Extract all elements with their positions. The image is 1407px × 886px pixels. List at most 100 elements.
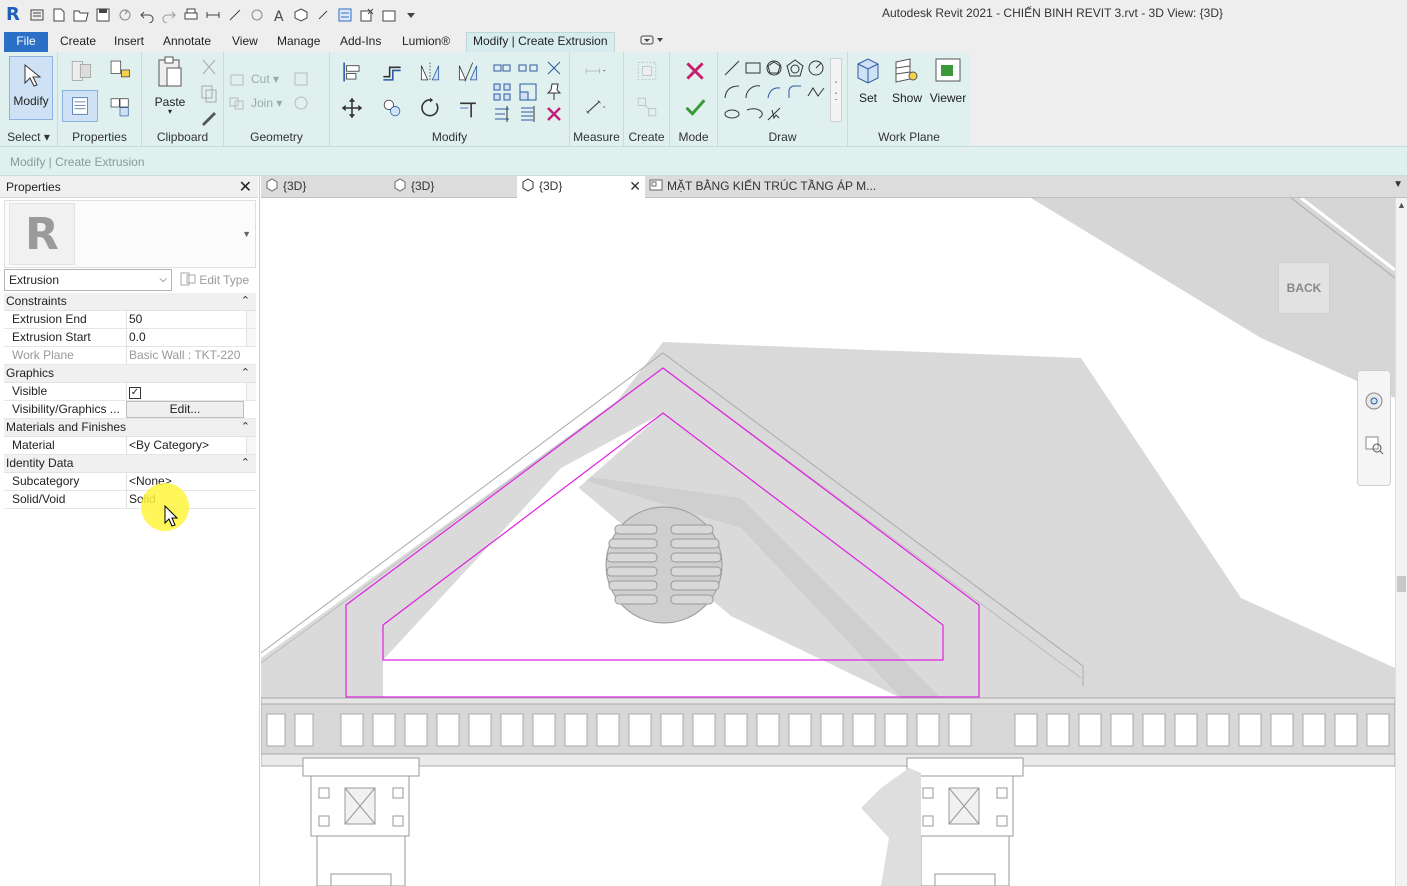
partial-ellipse-icon[interactable] [743, 104, 763, 124]
tab-manage[interactable]: Manage [271, 33, 326, 52]
show-work-plane-button[interactable]: Show [890, 56, 924, 105]
family-category-icon[interactable] [104, 92, 136, 122]
subcategory-value[interactable]: <None> [126, 473, 244, 490]
tab-file[interactable]: File [4, 32, 48, 52]
tangent-end-arc-icon[interactable] [764, 82, 784, 102]
spline-icon[interactable] [806, 82, 826, 102]
group-graphics[interactable]: Graphics ⌃ [4, 365, 256, 383]
create-group-icon[interactable] [632, 56, 662, 86]
modify-button[interactable]: Modify [9, 56, 53, 120]
start-end-radius-arc-icon[interactable] [722, 82, 742, 102]
circle-draw-icon[interactable] [806, 58, 826, 78]
match-type-icon[interactable] [198, 106, 220, 128]
offset-icon[interactable] [378, 58, 406, 86]
save-icon[interactable] [94, 6, 112, 24]
properties-icon[interactable] [62, 90, 98, 122]
array-icon[interactable] [492, 82, 512, 102]
viewcube[interactable]: BACK [1278, 262, 1330, 314]
visibility-edit-button[interactable]: Edit... [126, 401, 244, 418]
set-work-plane-button[interactable]: Set [854, 56, 882, 105]
join-label[interactable]: Join ▾ [251, 96, 282, 110]
print-icon[interactable] [182, 6, 200, 24]
aligned-dimension-icon[interactable] [226, 6, 244, 24]
create-similar-icon[interactable] [632, 92, 662, 122]
new-file-icon[interactable] [50, 6, 68, 24]
redo-icon[interactable] [160, 6, 178, 24]
home-icon[interactable] [28, 6, 46, 24]
close-icon[interactable]: ✕ [239, 177, 252, 197]
close-tab-icon[interactable]: ✕ [629, 176, 641, 197]
zoom-icon[interactable] [1364, 435, 1384, 455]
collapse-icon[interactable]: ⌃ [241, 419, 250, 436]
vertical-scrollbar[interactable]: ▲ [1395, 198, 1407, 886]
group-identity-data[interactable]: Identity Data ⌃ [4, 455, 256, 473]
tab-view[interactable]: View [226, 33, 264, 52]
sync-icon[interactable] [116, 6, 134, 24]
tab-add-ins[interactable]: Add-Ins [334, 33, 387, 52]
family-types-icon[interactable] [104, 54, 136, 86]
copy-icon[interactable] [378, 94, 406, 122]
scroll-up-icon[interactable]: ▲ [1397, 200, 1406, 210]
group-materials-and-finishes[interactable]: Materials and Finishes ⌃ [4, 419, 256, 437]
measure-icon[interactable] [204, 6, 222, 24]
collapse-icon[interactable]: ⌃ [241, 293, 250, 310]
instance-filter-select[interactable]: Extrusion ⌵ [4, 269, 172, 291]
tab-insert[interactable]: Insert [108, 33, 150, 52]
aligned-dimension-tool-icon[interactable] [574, 92, 616, 122]
cut-to-clipboard-icon[interactable] [198, 56, 220, 78]
split-with-gap-icon[interactable] [518, 58, 538, 78]
align-icon[interactable] [338, 58, 366, 86]
minimize-ribbon-icon[interactable] [634, 34, 670, 53]
measure-between-references-icon[interactable] [574, 60, 616, 82]
delete-icon[interactable] [544, 104, 564, 124]
thin-lines-icon[interactable] [336, 6, 354, 24]
tag-icon[interactable] [248, 6, 266, 24]
type-selector-preview[interactable]: R ▼ [4, 200, 256, 268]
fillet-arc-icon[interactable] [785, 82, 805, 102]
copy-to-clipboard-icon[interactable] [198, 82, 220, 104]
tab-list-icon[interactable]: ▼ [1393, 179, 1403, 190]
revit-logo[interactable]: R [6, 5, 24, 25]
cut-label[interactable]: Cut ▾ [251, 72, 279, 86]
cancel-edit-mode-icon[interactable] [682, 58, 708, 84]
chevron-down-icon[interactable]: ▼ [242, 229, 251, 239]
tab-annotate[interactable]: Annotate [157, 33, 217, 52]
rectangle-draw-icon[interactable] [743, 58, 763, 78]
join-geometry-icon[interactable] [228, 94, 246, 112]
move-icon[interactable] [338, 94, 366, 122]
pin-icon[interactable] [544, 82, 564, 102]
unpin-icon[interactable] [544, 58, 564, 78]
work-plane-viewer-button[interactable]: Viewer [928, 56, 968, 105]
collapse-icon[interactable]: ⌃ [241, 455, 250, 472]
view-tab-3d-2[interactable]: {3D} [393, 176, 515, 198]
default-3d-view-icon[interactable] [292, 6, 310, 24]
model-drawing[interactable] [261, 198, 1395, 886]
paint-icon[interactable] [292, 94, 310, 112]
text-icon[interactable]: A [270, 6, 288, 24]
ellipse-icon[interactable] [722, 104, 742, 124]
paste-button[interactable]: Paste ▾ [152, 56, 188, 116]
inscribed-polygon-icon[interactable] [764, 58, 784, 78]
line-draw-icon[interactable] [722, 58, 742, 78]
tab-lumion[interactable]: Lumion® [396, 33, 456, 52]
center-ends-arc-icon[interactable] [743, 82, 763, 102]
finish-edit-mode-icon[interactable] [682, 94, 708, 120]
type-properties-icon[interactable] [66, 56, 96, 86]
extrusion-start-input[interactable]: 0.0 [126, 329, 244, 346]
tab-create[interactable]: Create [54, 33, 102, 52]
pick-lines-icon[interactable] [764, 104, 784, 124]
trim-extend-multiple-icon[interactable] [518, 104, 538, 124]
rotate-icon[interactable] [416, 94, 444, 122]
undo-icon[interactable] [138, 6, 156, 24]
panel-select-label[interactable]: Select ▾ [0, 130, 57, 144]
properties-header[interactable]: Properties ✕ [0, 176, 258, 198]
view-tab-3d-active[interactable]: {3D} ✕ [517, 176, 645, 198]
edit-type-button[interactable]: Edit Type [180, 272, 249, 287]
customize-qat-icon[interactable] [402, 6, 420, 24]
steering-wheel-icon[interactable] [1364, 391, 1384, 411]
scale-icon[interactable] [518, 82, 538, 102]
tab-modify-create-extrusion[interactable]: Modify | Create Extrusion [466, 32, 615, 52]
trim-extend-single-icon[interactable] [492, 104, 512, 124]
visible-checkbox[interactable]: ✓ [129, 387, 141, 399]
open-folder-icon[interactable] [72, 6, 90, 24]
